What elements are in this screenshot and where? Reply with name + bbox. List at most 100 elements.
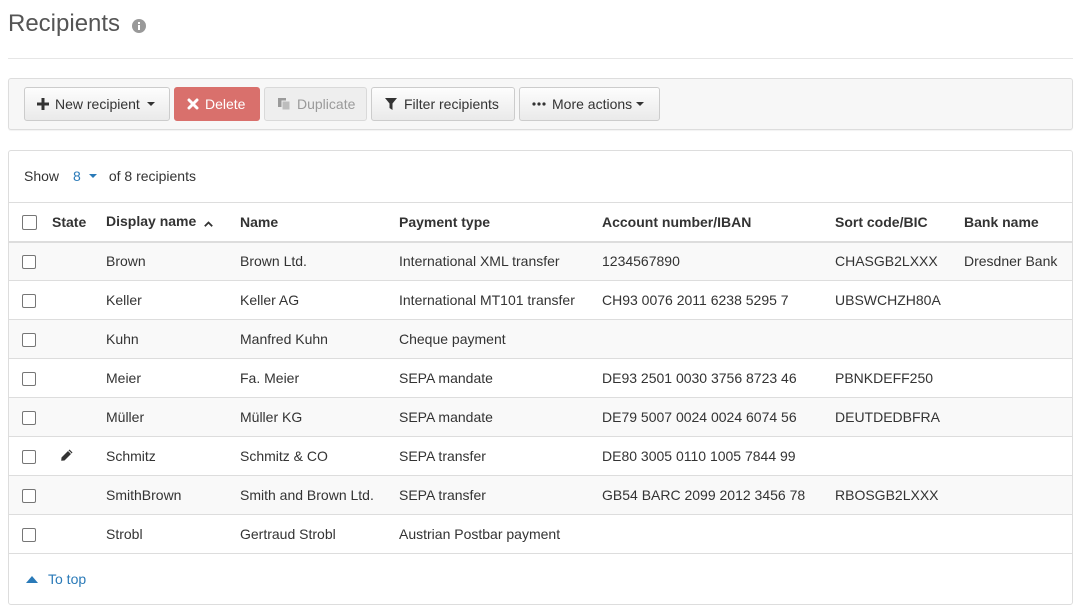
payment-type-cell: International MT101 transfer <box>399 280 602 320</box>
pencil-icon <box>60 449 74 465</box>
sort-code-cell <box>835 514 964 554</box>
page-header: Recipients <box>8 8 1073 59</box>
sort-code-cell: PBNKDEFF250 <box>835 358 964 398</box>
account-number-cell: CH93 0076 2011 6238 5295 7 <box>602 280 835 320</box>
filter-icon <box>384 97 398 111</box>
state-cell <box>52 241 106 281</box>
table-row[interactable]: Strobl Gertraud Strobl Austrian Postbar … <box>9 514 1072 554</box>
table-row[interactable]: Müller Müller KG SEPA mandate DE79 5007 … <box>9 397 1072 437</box>
sort-ascending-icon <box>204 214 214 230</box>
close-icon <box>187 98 199 110</box>
page-title: Recipients <box>8 10 121 37</box>
bank-name-cell <box>964 397 1072 437</box>
sort-code-cell: UBSWCHZH80A <box>835 280 964 320</box>
payment-type-cell: Cheque payment <box>399 319 602 359</box>
plus-icon <box>37 98 49 110</box>
name-cell: Schmitz & CO <box>240 436 399 476</box>
state-cell <box>52 514 106 554</box>
bank-name-cell: Dresdner Bank <box>964 241 1072 281</box>
column-header-name[interactable]: Name <box>240 202 399 243</box>
row-checkbox[interactable] <box>22 489 36 504</box>
payment-type-cell: SEPA mandate <box>399 397 602 437</box>
delete-label: Delete <box>205 96 246 112</box>
show-label: Show <box>24 168 60 184</box>
display-name-cell: Kuhn <box>106 319 240 359</box>
bank-name-cell <box>964 280 1072 320</box>
name-cell: Brown Ltd. <box>240 241 399 281</box>
payment-type-cell: Austrian Postbar payment <box>399 514 602 554</box>
panel-footer: To top <box>9 553 1072 604</box>
duplicate-button[interactable]: Duplicate <box>264 87 367 121</box>
column-header-account-number[interactable]: Account number/IBAN <box>602 202 835 243</box>
new-recipient-button[interactable]: New recipient <box>24 87 170 121</box>
page-size-select[interactable]: 8 <box>73 168 97 184</box>
state-cell <box>52 319 106 359</box>
account-number-cell: GB54 BARC 2099 2012 3456 78 <box>602 475 835 515</box>
column-header-bank-name[interactable]: Bank name <box>964 202 1072 243</box>
caret-down-icon <box>146 102 155 106</box>
ellipsis-icon <box>532 102 546 106</box>
display-name-cell: Brown <box>106 241 240 281</box>
caret-down-icon <box>88 174 97 178</box>
column-header-payment-type[interactable]: Payment type <box>399 202 602 243</box>
page-size-value: 8 <box>73 168 81 184</box>
sort-code-cell: CHASGB2LXXX <box>835 241 964 281</box>
display-name-cell: Müller <box>106 397 240 437</box>
column-header-sort-code[interactable]: Sort code/BIC <box>835 202 964 243</box>
table-row[interactable]: Meier Fa. Meier SEPA mandate DE93 2501 0… <box>9 358 1072 398</box>
account-number-cell: 1234567890 <box>602 241 835 281</box>
payment-type-cell: SEPA mandate <box>399 358 602 398</box>
row-checkbox[interactable] <box>22 450 36 465</box>
table-header-row: State Display name Name Payment type Acc… <box>9 202 1072 243</box>
display-name-cell: Keller <box>106 280 240 320</box>
state-cell <box>52 475 106 515</box>
table-row[interactable]: Brown Brown Ltd. International XML trans… <box>9 241 1072 281</box>
sort-code-cell: DEUTDEDBFRA <box>835 397 964 437</box>
row-checkbox[interactable] <box>22 255 36 270</box>
table-row[interactable]: Kuhn Manfred Kuhn Cheque payment <box>9 319 1072 359</box>
caret-up-icon <box>26 575 38 583</box>
column-header-display-name-label: Display name <box>106 213 197 230</box>
bank-name-cell <box>964 319 1072 359</box>
column-header-state[interactable]: State <box>52 202 106 243</box>
state-cell <box>52 358 106 398</box>
row-checkbox[interactable] <box>22 294 36 309</box>
display-name-cell: Strobl <box>106 514 240 554</box>
row-checkbox[interactable] <box>22 528 36 543</box>
row-checkbox[interactable] <box>22 411 36 426</box>
paging-row: Show 8 of 8 recipients <box>24 168 196 184</box>
recipient-count: of 8 recipients <box>108 168 196 184</box>
bank-name-cell <box>964 436 1072 476</box>
sort-code-cell: RBOSGB2LXXX <box>835 475 964 515</box>
name-cell: Keller AG <box>240 280 399 320</box>
account-number-cell <box>602 514 835 554</box>
account-number-cell: DE80 3005 0110 1005 7844 99 <box>602 436 835 476</box>
to-top-link[interactable]: To top <box>26 571 86 587</box>
delete-button[interactable]: Delete <box>174 87 260 121</box>
select-all-checkbox[interactable] <box>22 215 37 231</box>
sort-code-cell <box>835 436 964 476</box>
info-circle-icon[interactable] <box>131 18 147 34</box>
new-recipient-label: New recipient <box>55 96 140 112</box>
table-row[interactable]: Keller Keller AG International MT101 tra… <box>9 280 1072 320</box>
caret-down-icon <box>636 102 645 106</box>
display-name-cell: SmithBrown <box>106 475 240 515</box>
bank-name-cell <box>964 514 1072 554</box>
duplicate-label: Duplicate <box>297 96 356 112</box>
name-cell: Fa. Meier <box>240 358 399 398</box>
name-cell: Manfred Kuhn <box>240 319 399 359</box>
toolbar: New recipient Delete Duplicate Filter re… <box>8 78 1073 130</box>
filter-recipients-button[interactable]: Filter recipients <box>371 87 515 121</box>
column-header-display-name[interactable]: Display name <box>106 202 240 243</box>
copy-icon <box>277 97 291 111</box>
table-row[interactable]: Schmitz Schmitz & CO SEPA transfer DE80 … <box>9 436 1072 476</box>
state-cell <box>52 397 106 437</box>
more-actions-label: More actions <box>552 96 633 112</box>
account-number-cell: DE93 2501 0030 3756 8723 46 <box>602 358 835 398</box>
row-checkbox[interactable] <box>22 333 36 348</box>
display-name-cell: Schmitz <box>106 436 240 476</box>
more-actions-button[interactable]: More actions <box>519 87 660 121</box>
row-checkbox[interactable] <box>22 372 36 387</box>
filter-label: Filter recipients <box>404 96 499 112</box>
table-row[interactable]: SmithBrown Smith and Brown Ltd. SEPA tra… <box>9 475 1072 515</box>
